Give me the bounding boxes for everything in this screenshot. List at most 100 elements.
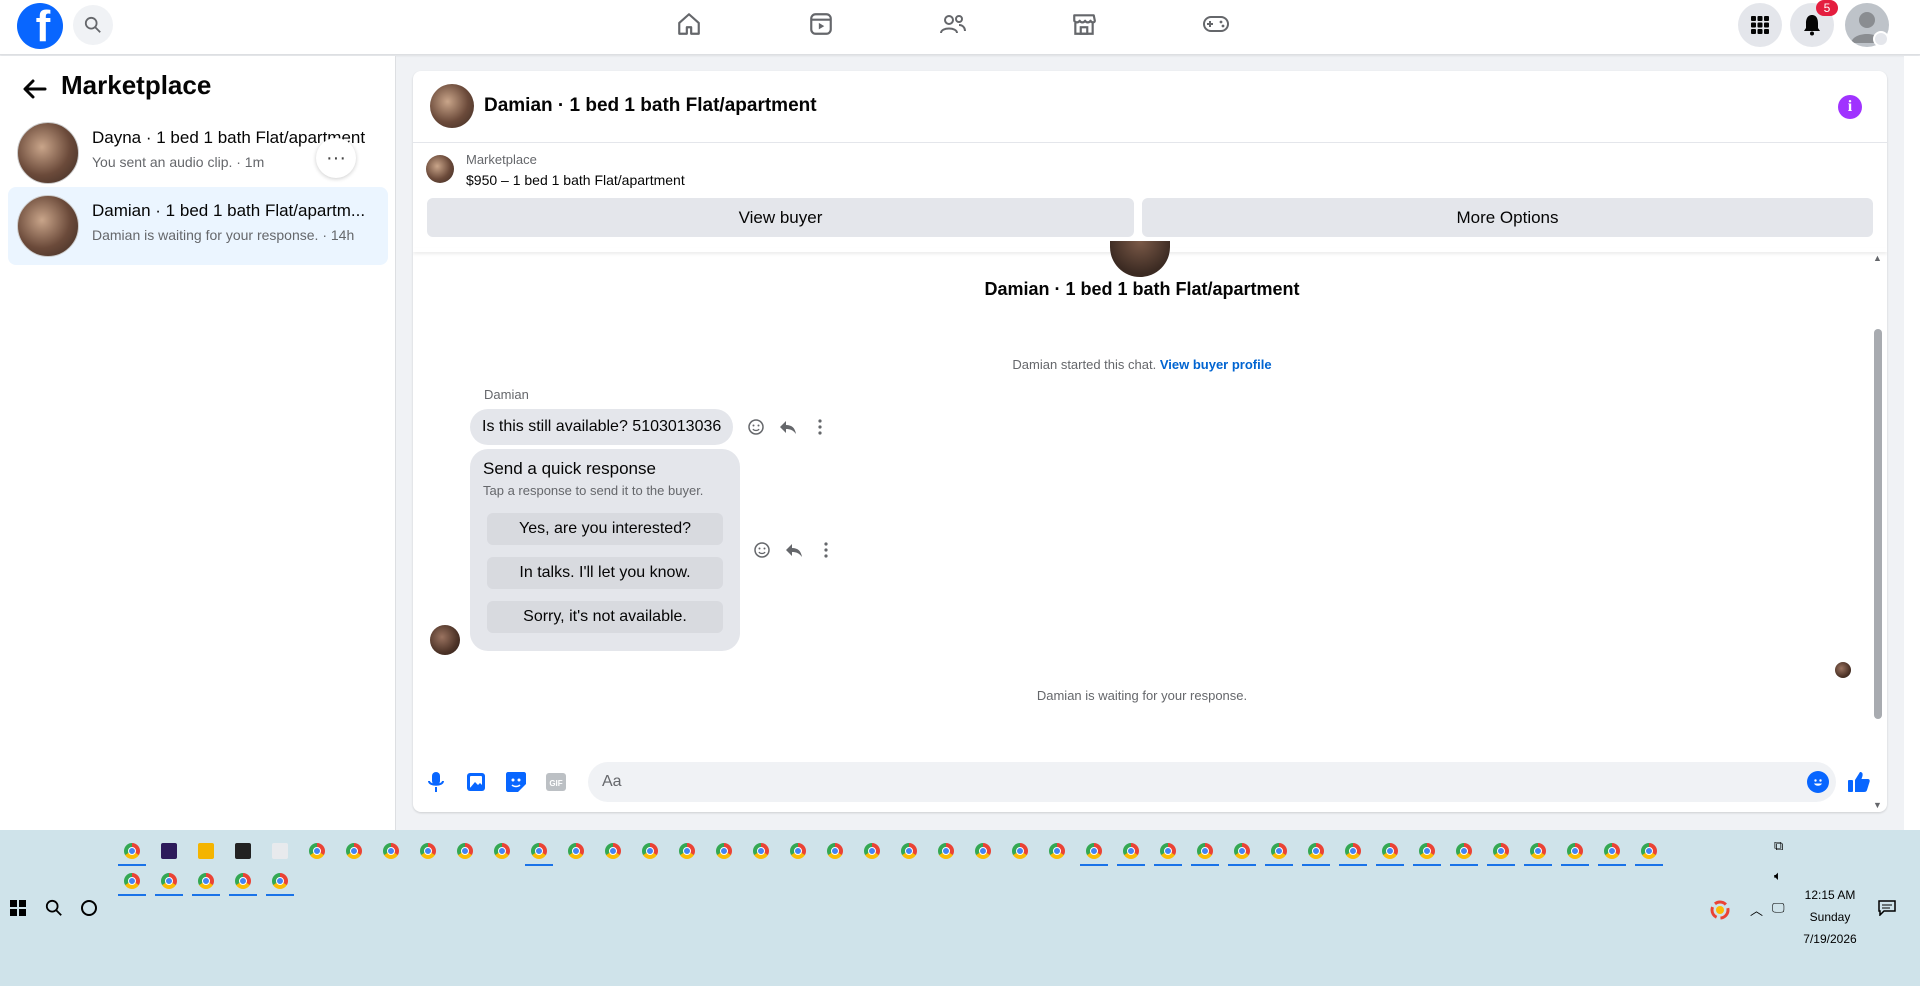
scrollbar-thumb[interactable]	[1874, 329, 1882, 719]
chrome-taskbar-icon[interactable]	[1080, 838, 1108, 866]
chrome-taskbar-icon[interactable]	[118, 838, 146, 866]
chrome-taskbar-icon[interactable]	[1635, 838, 1663, 866]
chrome-taskbar-icon[interactable]	[451, 838, 479, 866]
chrome-taskbar-icon[interactable]	[1413, 838, 1441, 866]
chat-avatar[interactable]	[430, 84, 474, 128]
meet-now-icon[interactable]: ⧉	[1774, 838, 1783, 854]
microphone-icon[interactable]	[423, 769, 449, 795]
chrome-taskbar-icon[interactable]	[1524, 838, 1552, 866]
chrome-taskbar-icon[interactable]	[1598, 838, 1626, 866]
chrome-taskbar-icon[interactable]	[1117, 838, 1145, 866]
chrome-taskbar-icon[interactable]	[229, 868, 257, 896]
chrome-taskbar-icon[interactable]	[673, 838, 701, 866]
chrome-taskbar-icon[interactable]	[1191, 838, 1219, 866]
react-emoji-icon[interactable]	[750, 538, 774, 562]
chrome-taskbar-icon[interactable]	[969, 838, 997, 866]
chrome-taskbar-icon[interactable]	[747, 838, 775, 866]
gif-icon[interactable]: GIF	[543, 769, 569, 795]
color-app-icon[interactable]	[1710, 900, 1730, 923]
quick-response-option[interactable]: Yes, are you interested?	[487, 513, 723, 545]
chrome-taskbar-icon[interactable]	[784, 838, 812, 866]
taskbar-search-icon[interactable]	[45, 899, 63, 922]
more-options-icon[interactable]: ···	[316, 138, 356, 178]
chrome-taskbar-icon[interactable]	[266, 868, 294, 896]
chevron-up-icon[interactable]: ︿	[1750, 900, 1763, 919]
taskbar-clock[interactable]: 12:15 AM Sunday 7/19/2026	[1790, 884, 1870, 950]
message-input[interactable]	[588, 762, 1836, 802]
sticky-app-icon[interactable]	[229, 838, 257, 866]
chrome-taskbar-icon[interactable]	[895, 838, 923, 866]
chrome-taskbar-icon[interactable]	[1154, 838, 1182, 866]
chrome-taskbar-icon[interactable]	[414, 838, 442, 866]
chrome-taskbar-icon[interactable]	[932, 838, 960, 866]
conversation-item-dayna[interactable]: Dayna · 1 bed 1 bath Flat/apartment You …	[8, 114, 388, 192]
chrome-taskbar-icon[interactable]	[1561, 838, 1589, 866]
view-buyer-button[interactable]: View buyer	[427, 198, 1134, 237]
reply-icon[interactable]	[776, 415, 800, 439]
message-bubble[interactable]: Is this still available? 5103013036	[470, 409, 734, 445]
reply-icon[interactable]	[782, 538, 806, 562]
file-explorer-icon[interactable]	[192, 838, 220, 866]
chrome-taskbar-icon[interactable]	[599, 838, 627, 866]
chrome-taskbar-icon[interactable]	[488, 838, 516, 866]
sticker-icon[interactable]	[503, 769, 529, 795]
chrome-taskbar-icon[interactable]	[1228, 838, 1256, 866]
chrome-taskbar-icon[interactable]	[1006, 838, 1034, 866]
chrome-taskbar-icon[interactable]	[1043, 838, 1071, 866]
search-icon[interactable]	[73, 5, 113, 45]
chrome-taskbar-icon[interactable]	[1265, 838, 1293, 866]
chrome-taskbar-icon[interactable]	[525, 838, 553, 866]
chrome-taskbar-icon[interactable]	[636, 838, 664, 866]
react-emoji-icon[interactable]	[744, 415, 768, 439]
video-icon[interactable]	[801, 8, 841, 40]
notifications-center-icon[interactable]	[1878, 900, 1896, 919]
chat-title[interactable]: Damian · 1 bed 1 bath Flat/apartment	[484, 95, 817, 117]
more-vertical-icon[interactable]	[814, 538, 838, 562]
chrome-taskbar-icon[interactable]	[562, 838, 590, 866]
chrome-taskbar-icon[interactable]	[710, 838, 738, 866]
chrome-taskbar-icon[interactable]	[303, 838, 331, 866]
marketplace-icon[interactable]	[1064, 8, 1104, 40]
emoji-icon[interactable]	[1807, 771, 1829, 793]
view-buyer-profile-link[interactable]: View buyer profile	[1160, 357, 1272, 372]
menu-grid-icon[interactable]	[1738, 3, 1782, 47]
chrome-taskbar-icon[interactable]	[340, 838, 368, 866]
scroll-up-arrow-icon[interactable]: ▲	[1873, 253, 1882, 263]
like-thumbs-up-icon[interactable]	[1846, 769, 1872, 795]
paint-app-icon[interactable]	[266, 838, 294, 866]
chrome-taskbar-icon[interactable]	[118, 868, 146, 896]
quick-response-option[interactable]: In talks. I'll let you know.	[487, 557, 723, 589]
volume-icon[interactable]: 🔈︎	[1774, 868, 1782, 884]
friends-icon[interactable]	[933, 8, 973, 40]
page-scrollbar[interactable]	[1904, 56, 1920, 830]
account-chevron-down-icon[interactable]	[1873, 31, 1889, 47]
photo-icon[interactable]	[463, 769, 489, 795]
chrome-taskbar-icon[interactable]	[192, 868, 220, 896]
more-options-button[interactable]: More Options	[1142, 198, 1873, 237]
chrome-taskbar-icon[interactable]	[1487, 838, 1515, 866]
conversation-item-damian[interactable]: Damian · 1 bed 1 bath Flat/apartm... Dam…	[8, 187, 388, 265]
chrome-taskbar-icon[interactable]	[858, 838, 886, 866]
app-purple-icon[interactable]	[155, 838, 183, 866]
cortana-circle-icon[interactable]	[81, 900, 97, 916]
chrome-taskbar-icon[interactable]	[377, 838, 405, 866]
chrome-taskbar-icon[interactable]	[1339, 838, 1367, 866]
chat-scrollbar[interactable]: ▲ ▼	[1873, 251, 1883, 810]
listing-price-title[interactable]: $950 – 1 bed 1 bath Flat/apartment	[466, 172, 685, 188]
chrome-taskbar-icon[interactable]	[1450, 838, 1478, 866]
windows-start-icon[interactable]	[10, 900, 26, 916]
chrome-taskbar-icon[interactable]	[1376, 838, 1404, 866]
back-arrow-icon[interactable]	[20, 74, 50, 104]
info-icon[interactable]: i	[1838, 95, 1862, 119]
home-icon[interactable]	[669, 8, 709, 40]
facebook-logo[interactable]: f	[17, 3, 63, 49]
chrome-taskbar-icon[interactable]	[155, 868, 183, 896]
network-icon[interactable]: 🖵︎	[1772, 900, 1785, 916]
quick-response-option[interactable]: Sorry, it's not available.	[487, 601, 723, 633]
chrome-taskbar-icon[interactable]	[1302, 838, 1330, 866]
more-vertical-icon[interactable]	[808, 415, 832, 439]
gaming-icon[interactable]	[1196, 8, 1236, 40]
chrome-taskbar-icon[interactable]	[821, 838, 849, 866]
sender-avatar[interactable]	[430, 625, 460, 655]
listing-thumbnail[interactable]	[426, 155, 454, 183]
